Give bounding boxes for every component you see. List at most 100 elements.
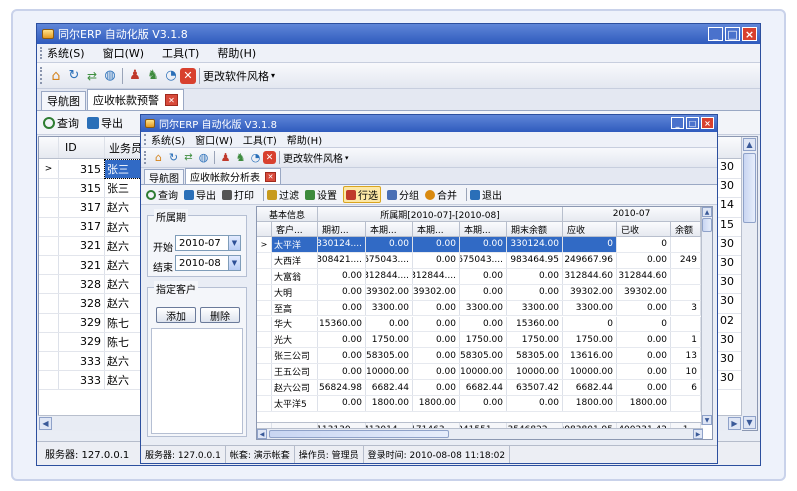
- menu-window[interactable]: 窗口(W): [195, 132, 233, 147]
- table-row[interactable]: 赵六公司 56824.98 6682.44 0.00 6682.44 63507.42 66…: [257, 380, 703, 396]
- exchange-icon[interactable]: ⇄: [83, 67, 101, 85]
- minimize-button[interactable]: _: [708, 27, 723, 41]
- front-horizontal-scrollbar[interactable]: ◀ ▶: [257, 428, 703, 439]
- column-header[interactable]: 本期...: [366, 222, 413, 237]
- tab-navigation[interactable]: 导航图: [41, 91, 86, 110]
- end-period-select[interactable]: 2010-08 ▼: [175, 255, 241, 271]
- table-row[interactable]: 大西洋 308421.... 675043.... 0.00 675043.... 983…: [257, 252, 703, 269]
- merge-button[interactable]: 合并: [425, 187, 457, 202]
- column-header-salesman[interactable]: 业务员: [105, 137, 145, 158]
- column-header[interactable]: 应收: [563, 222, 617, 237]
- scroll-left-button[interactable]: ◀: [257, 429, 267, 439]
- menu-tools[interactable]: 工具(T): [162, 45, 199, 61]
- close-button[interactable]: ×: [742, 27, 757, 41]
- scroll-thumb[interactable]: [743, 153, 756, 223]
- back-vertical-scrollbar[interactable]: ▲ ▼: [741, 137, 757, 430]
- user-icon[interactable]: ♟: [218, 150, 233, 165]
- scroll-thumb[interactable]: [269, 430, 449, 438]
- start-period-select[interactable]: 2010-07 ▼: [175, 235, 241, 251]
- scroll-right-button[interactable]: ▶: [693, 429, 703, 439]
- clock-icon[interactable]: ◔: [162, 67, 180, 85]
- back-title-bar[interactable]: 同尔ERP 自动化版 V3.1.8 _ □ ×: [37, 24, 760, 44]
- style-dropdown[interactable]: 更改软件风格 ▾: [283, 150, 349, 166]
- print-button[interactable]: 打印: [222, 187, 254, 202]
- tab-receivable-warning[interactable]: 应收帐款预警 ✕: [87, 89, 184, 110]
- column-header[interactable]: 期末余额: [507, 222, 563, 237]
- front-vertical-scrollbar[interactable]: ▲ ▼: [701, 207, 712, 425]
- customer-list[interactable]: [151, 328, 243, 434]
- menu-system[interactable]: 系统(S): [47, 45, 85, 61]
- period-group: 所属期 开始 2010-07 ▼ 结束 2010-08 ▼: [147, 209, 247, 277]
- home-icon[interactable]: ⌂: [151, 150, 166, 165]
- exit-icon[interactable]: ✕: [263, 151, 276, 164]
- column-header-id[interactable]: ID: [59, 137, 105, 158]
- back-status-server: 服务器: 127.0.0.1: [45, 450, 130, 461]
- column-header[interactable]: 本期...: [460, 222, 507, 237]
- query-button[interactable]: 查询: [146, 187, 178, 202]
- scroll-down-button[interactable]: ▼: [743, 416, 756, 429]
- export-button[interactable]: 导出: [184, 187, 216, 202]
- column-header[interactable]: 期初...: [318, 222, 366, 237]
- tab-navigation[interactable]: 导航图: [144, 169, 184, 185]
- scroll-right-button[interactable]: ▶: [728, 417, 741, 430]
- close-button[interactable]: ×: [701, 117, 714, 129]
- exchange-icon[interactable]: ⇄: [181, 150, 196, 165]
- home-icon[interactable]: ⌂: [47, 67, 65, 85]
- tab-close-icon[interactable]: ✕: [165, 94, 178, 106]
- table-row[interactable]: 华大 15360.00 0.00 0.00 0.00 15360.00 0 0: [257, 316, 703, 333]
- style-dropdown-label: 更改软件风格: [283, 154, 343, 165]
- users-icon[interactable]: ♞: [144, 67, 162, 85]
- table-row[interactable]: 太平洋5 0.00 1800.00 1800.00 0.00 0.00 1800.00 180…: [257, 396, 703, 412]
- id-cell: 315: [59, 179, 105, 198]
- row-select-button[interactable]: 行选: [343, 186, 381, 203]
- scroll-left-button[interactable]: ◀: [39, 417, 52, 430]
- exit-button[interactable]: 退出: [470, 187, 502, 202]
- column-header[interactable]: 客户...: [272, 222, 318, 237]
- table-row[interactable]: 大富翁 0.00 312844.... 312844.... 0.00 0.00 31284…: [257, 268, 703, 285]
- start-period-value: 2010-07: [179, 237, 221, 249]
- front-title-bar[interactable]: 同尔ERP 自动化版 V3.1.8 _ □ ×: [141, 115, 717, 132]
- globe-icon[interactable]: ◍: [101, 67, 119, 85]
- scroll-up-button[interactable]: ▲: [702, 207, 712, 217]
- table-row[interactable]: 大明 0.00 39302.00 39302.00 0.00 0.00 39302.00 39…: [257, 284, 703, 301]
- menu-help[interactable]: 帮助(H): [217, 45, 256, 61]
- refresh-icon[interactable]: ↻: [65, 67, 83, 85]
- maximize-button[interactable]: □: [686, 117, 699, 129]
- globe-icon[interactable]: ◍: [196, 150, 211, 165]
- column-header[interactable]: 余额: [671, 222, 701, 237]
- menu-window[interactable]: 窗口(W): [103, 45, 144, 61]
- scroll-thumb[interactable]: [702, 218, 712, 232]
- menu-tools[interactable]: 工具(T): [243, 132, 277, 147]
- refresh-icon[interactable]: ↻: [166, 150, 181, 165]
- menu-help[interactable]: 帮助(H): [287, 132, 322, 147]
- minimize-button[interactable]: _: [671, 117, 684, 129]
- exit-icon[interactable]: ✕: [180, 67, 196, 84]
- export-button[interactable]: 导出: [87, 115, 123, 131]
- user-icon[interactable]: ♟: [126, 67, 144, 85]
- group-button[interactable]: 分组: [387, 187, 419, 202]
- chevron-down-icon[interactable]: ▼: [228, 256, 240, 270]
- column-header[interactable]: 本期...: [413, 222, 460, 237]
- column-header[interactable]: 已收: [617, 222, 671, 237]
- filter-button[interactable]: 过滤: [267, 187, 299, 202]
- tab-receivable-analysis[interactable]: 应收帐款分析表 ✕: [185, 168, 281, 184]
- scroll-down-button[interactable]: ▼: [702, 415, 712, 425]
- chevron-down-icon[interactable]: ▼: [228, 236, 240, 250]
- style-dropdown[interactable]: 更改软件风格 ▾: [203, 68, 275, 84]
- tab-close-icon[interactable]: ✕: [265, 171, 276, 182]
- row-indicator: [257, 364, 272, 380]
- menu-system[interactable]: 系统(S): [151, 132, 185, 147]
- maximize-button[interactable]: □: [725, 27, 740, 41]
- settings-button[interactable]: 设置: [305, 187, 337, 202]
- scroll-up-button[interactable]: ▲: [743, 138, 756, 151]
- table-row[interactable]: 王五公司 0.00 10000.00 0.00 10000.00 10000.00 1000…: [257, 364, 703, 381]
- query-button[interactable]: 查询: [43, 115, 79, 131]
- delete-customer-button[interactable]: 删除: [200, 307, 240, 323]
- table-row[interactable]: > 太平洋 330124.... 0.00 0.00 0.00 330124.00 0 0: [257, 237, 703, 253]
- table-row[interactable]: 至高 0.00 3300.00 0.00 3300.00 3300.00 3300.00 0.…: [257, 300, 703, 317]
- table-row[interactable]: 光大 0.00 1750.00 0.00 1750.00 1750.00 1750.00 0.…: [257, 332, 703, 349]
- users-icon[interactable]: ♞: [233, 150, 248, 165]
- table-row[interactable]: 张三公司 0.00 58305.00 0.00 58305.00 58305.00 1361…: [257, 348, 703, 365]
- add-customer-button[interactable]: 添加: [156, 307, 196, 323]
- clock-icon[interactable]: ◔: [248, 150, 263, 165]
